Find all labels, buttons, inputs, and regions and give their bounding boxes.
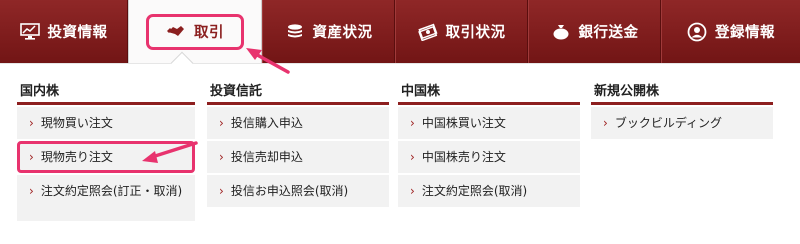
menu-column-china-stocks: 中国株 › 中国株買い注文 › 中国株売り注文 › 注文約定照会(取消) [398,80,580,207]
nav-asset-status[interactable]: 資産状況 [262,0,395,63]
menu-item-label: 中国株売り注文 [421,150,506,164]
menu-item-label: 現物買い注文 [40,116,113,130]
chevron-right-icon: › [29,184,34,198]
menu-item-trust-inquiry[interactable]: › 投信お申込照会(取消) [207,175,389,207]
menu-item-label: 注文約定照会(訂正・取消) [40,184,183,198]
menu-item-order-inquiry[interactable]: › 注文約定照会(訂正・取消) [17,175,195,221]
chevron-right-icon: › [219,116,224,130]
trade-dropdown-panel: 国内株 › 現物買い注文 › 現物売り注文 › 注文約定照会(訂正・取消) 投資… [0,63,800,244]
main-nav: 投資情報 取引 資産状況 取引状況 銀行送金 登録情報 [0,0,800,63]
nav-bank-transfer[interactable]: 銀行送金 [528,0,661,63]
menu-item-china-buy-order[interactable]: › 中国株買い注文 [398,107,580,139]
nav-registration-info[interactable]: 登録情報 [661,0,800,63]
monitor-chart-icon [19,23,40,40]
menu-item-spot-sell-order[interactable]: › 現物売り注文 [17,141,195,173]
nav-trade[interactable]: 取引 [128,0,262,63]
menu-item-china-order-inquiry[interactable]: › 注文約定照会(取消) [398,175,580,207]
menu-item-trust-purchase[interactable]: › 投信購入申込 [207,107,389,139]
chevron-right-icon: › [219,150,224,164]
menu-item-label: 注文約定照会(取消) [421,184,528,198]
menu-item-label: 投信売却申込 [230,150,303,164]
column-heading: 新規公開株 [591,80,773,105]
coins-icon [285,23,305,41]
menu-item-china-sell-order[interactable]: › 中国株売り注文 [398,141,580,173]
nav-label: 取引 [194,25,224,41]
nav-label: 登録情報 [715,25,775,41]
chevron-right-icon: › [29,150,34,164]
chevron-right-icon: › [29,116,34,130]
menu-item-book-building[interactable]: › ブックビルディング [591,107,773,139]
nav-label: 銀行送金 [578,25,639,41]
menu-item-label: 中国株買い注文 [421,116,506,130]
menu-column-investment-trusts: 投資信託 › 投信購入申込 › 投信売却申込 › 投信お申込照会(取消) [207,80,389,207]
column-heading: 中国株 [398,80,580,105]
nav-investment-info[interactable]: 投資情報 [0,0,128,63]
menu-column-ipo: 新規公開株 › ブックビルディング [591,80,773,139]
menu-item-label: 投信お申込照会(取消) [230,184,349,198]
nav-label: 取引状況 [445,25,506,41]
menu-item-label: ブックビルディング [614,116,722,130]
menu-column-domestic-stocks: 国内株 › 現物買い注文 › 現物売り注文 › 注文約定照会(訂正・取消) [17,80,195,221]
nav-label: 資産状況 [312,25,373,41]
user-circle-icon [687,22,707,42]
bills-icon [417,23,438,41]
column-heading: 国内株 [17,80,195,105]
menu-item-spot-buy-order[interactable]: › 現物買い注文 [17,107,195,139]
chevron-right-icon: › [603,116,608,130]
menu-item-label: 投信購入申込 [230,116,303,130]
chevron-right-icon: › [410,116,415,130]
chevron-right-icon: › [410,150,415,164]
menu-item-trust-sale[interactable]: › 投信売却申込 [207,141,389,173]
nav-label: 投資情報 [47,25,108,41]
handshake-icon [166,23,186,40]
chevron-right-icon: › [410,184,415,198]
nav-trade-highlight-box: 取引 [146,13,244,50]
nav-trade-status[interactable]: 取引状況 [395,0,528,63]
menu-item-label: 現物売り注文 [40,150,113,164]
column-heading: 投資信託 [207,80,389,105]
money-bag-icon [551,23,571,41]
chevron-right-icon: › [219,184,224,198]
